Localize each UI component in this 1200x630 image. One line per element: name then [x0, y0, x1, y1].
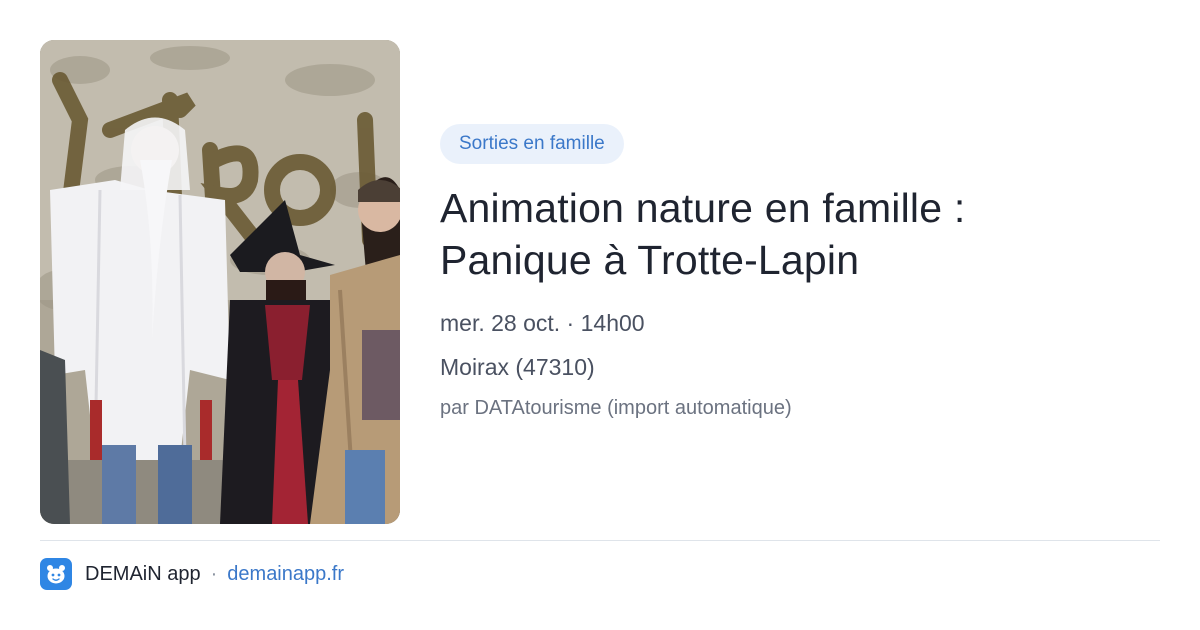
app-name: DEMAiN app — [85, 562, 201, 585]
app-domain-link[interactable]: demainapp.fr — [227, 563, 344, 586]
event-title-line-1: Animation nature en famille : — [440, 185, 966, 231]
app-logo-glyph — [47, 565, 65, 584]
event-info: Sorties en famille Animation nature en f… — [440, 124, 1160, 422]
demain-app-icon — [40, 558, 72, 590]
event-source: par DATAtourisme (import automatique) — [440, 397, 792, 419]
event-location: Moirax (47310) — [440, 354, 595, 380]
event-date-time: mer. 28 oct. · 14h00 — [440, 310, 645, 336]
event-title[interactable]: Animation nature en famille : Panique à … — [440, 182, 1160, 286]
event-photo-illustration — [40, 40, 400, 524]
footer: DEMAiN app · demainapp.fr — [40, 558, 344, 590]
event-photo[interactable] — [40, 40, 400, 524]
category-chip[interactable]: Sorties en famille — [440, 124, 624, 164]
event-title-line-2: Panique à Trotte-Lapin — [440, 237, 860, 283]
footer-separator: · — [210, 562, 218, 585]
footer-divider — [40, 540, 1160, 541]
